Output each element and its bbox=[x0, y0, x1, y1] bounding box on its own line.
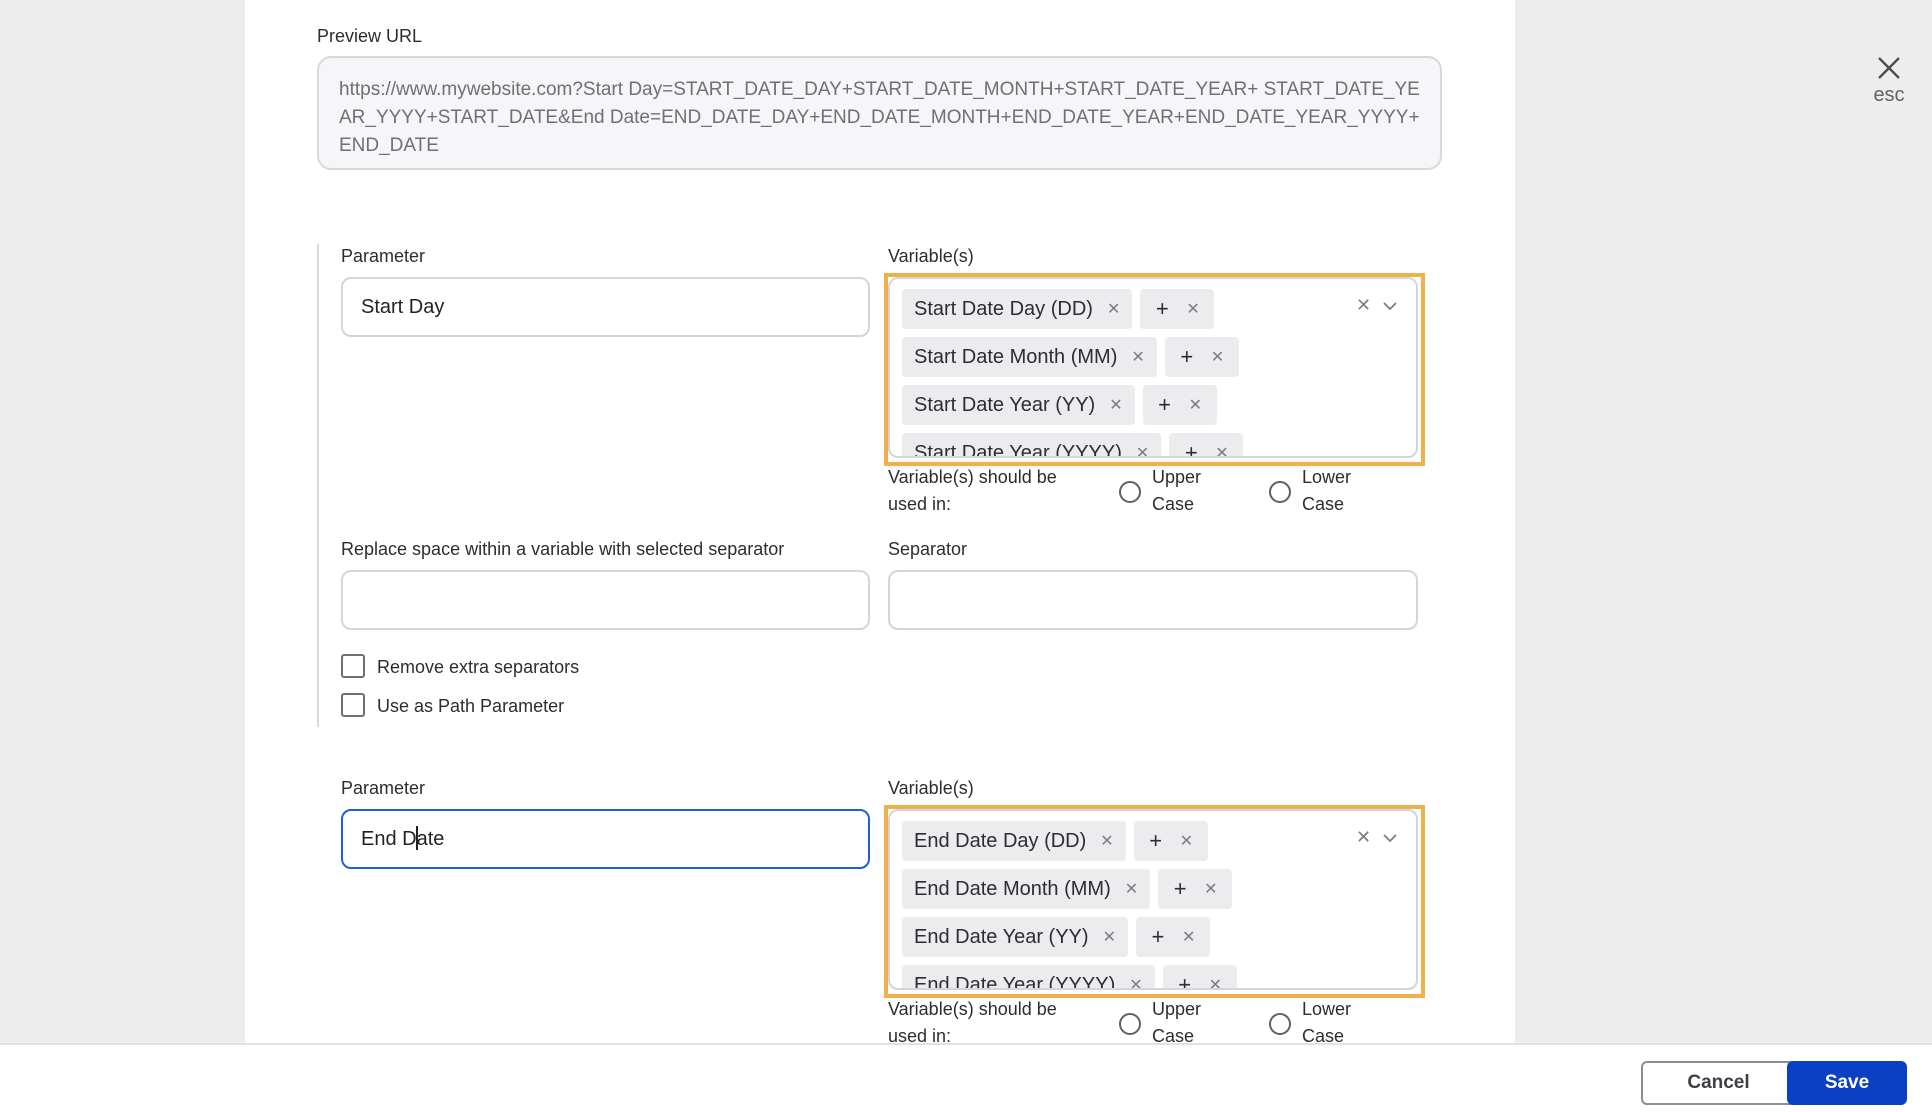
preview-url-label: Preview URL bbox=[317, 26, 423, 46]
esc-label: esc bbox=[1873, 84, 1905, 106]
upper-case-label: Upper Case bbox=[1152, 999, 1202, 1046]
variables-select[interactable]: Start Date Day (DD) ✕ + ✕ Start Date Month… bbox=[888, 277, 1418, 458]
replace-space-label: Replace space within a variable with sel… bbox=[341, 539, 785, 559]
parameter-input[interactable]: Start Day bbox=[341, 277, 870, 337]
remove-chip-icon[interactable]: ✕ bbox=[1109, 395, 1122, 415]
upper-case-radio[interactable] bbox=[1119, 1013, 1141, 1035]
remove-chip-icon[interactable]: ✕ bbox=[1189, 395, 1202, 415]
remove-chip-icon[interactable]: ✕ bbox=[1180, 831, 1193, 851]
variable-chip[interactable]: End Date Year (YYYY) ✕ bbox=[902, 965, 1155, 988]
chevron-down-icon[interactable] bbox=[1382, 301, 1398, 311]
remove-chip-icon[interactable]: ✕ bbox=[1204, 879, 1217, 899]
variable-chip[interactable]: Start Date Year (YY) ✕ bbox=[902, 385, 1135, 425]
variables-label: Variable(s) bbox=[888, 778, 974, 798]
remove-extra-separators-label: Remove extra separators bbox=[377, 657, 580, 677]
remove-extra-separators-checkbox[interactable] bbox=[341, 654, 365, 678]
remove-chip-icon[interactable]: ✕ bbox=[1186, 299, 1199, 319]
remove-chip-icon[interactable]: ✕ bbox=[1103, 927, 1116, 947]
variable-chip[interactable]: Start Date Year (YYYY) ✕ bbox=[902, 433, 1162, 456]
parameter-label: Parameter bbox=[341, 778, 426, 798]
upper-case-radio[interactable] bbox=[1119, 481, 1141, 503]
remove-chip-icon[interactable]: ✕ bbox=[1100, 831, 1113, 851]
remove-chip-icon[interactable]: ✕ bbox=[1136, 443, 1149, 456]
save-button[interactable]: Save bbox=[1787, 1061, 1907, 1105]
variable-chip[interactable]: Start Date Day (DD) ✕ bbox=[902, 289, 1133, 329]
group-rail bbox=[317, 244, 319, 727]
modal-footer: Cancel Save bbox=[0, 1043, 1932, 1112]
variables-label: Variable(s) bbox=[888, 246, 974, 266]
text-caret bbox=[415, 825, 418, 850]
path-parameter-checkbox[interactable] bbox=[341, 693, 365, 717]
variable-chip[interactable]: End Date Day (DD) ✕ bbox=[902, 821, 1126, 861]
remove-chip-icon[interactable]: ✕ bbox=[1129, 975, 1142, 988]
remove-chip-icon[interactable]: ✕ bbox=[1215, 443, 1228, 456]
plus-chip[interactable]: + ✕ bbox=[1140, 289, 1215, 329]
case-label: Variable(s) should be used in: bbox=[888, 467, 1057, 514]
plus-chip[interactable]: + ✕ bbox=[1142, 385, 1217, 425]
case-label: Variable(s) should be used in: bbox=[888, 999, 1057, 1046]
chevron-down-icon[interactable] bbox=[1382, 833, 1398, 843]
plus-chip[interactable]: + ✕ bbox=[1169, 433, 1244, 456]
separator-label: Separator bbox=[888, 539, 968, 559]
lower-case-radio[interactable] bbox=[1269, 481, 1291, 503]
variable-chip[interactable]: End Date Month (MM) ✕ bbox=[902, 869, 1151, 909]
plus-chip[interactable]: + ✕ bbox=[1135, 917, 1210, 957]
replace-space-input[interactable] bbox=[341, 570, 870, 630]
remove-chip-icon[interactable]: ✕ bbox=[1131, 347, 1144, 367]
lower-case-label: Lower Case bbox=[1302, 467, 1352, 514]
parameter-input-focused[interactable]: End Date bbox=[341, 809, 870, 869]
preview-url-box: https://www.mywebsite.com?Start Day=STAR… bbox=[317, 56, 1442, 170]
lower-case-label: Lower Case bbox=[1302, 999, 1352, 1046]
remove-chip-icon[interactable]: ✕ bbox=[1182, 927, 1195, 947]
plus-chip[interactable]: + ✕ bbox=[1133, 821, 1208, 861]
plus-chip[interactable]: + ✕ bbox=[1164, 337, 1239, 377]
separator-input[interactable] bbox=[888, 570, 1418, 630]
variable-chip[interactable]: End Date Year (YY) ✕ bbox=[902, 917, 1128, 957]
variables-select[interactable]: End Date Day (DD) ✕ + ✕ End Date Month (MM… bbox=[888, 809, 1418, 990]
cancel-button[interactable]: Cancel bbox=[1641, 1061, 1796, 1105]
clear-all-icon[interactable]: ✕ bbox=[1356, 827, 1371, 848]
close-button[interactable]: esc bbox=[1866, 52, 1912, 112]
variable-chip[interactable]: Start Date Month (MM) ✕ bbox=[902, 337, 1157, 377]
lower-case-radio[interactable] bbox=[1269, 1013, 1291, 1035]
remove-chip-icon[interactable]: ✕ bbox=[1125, 879, 1138, 899]
clear-all-icon[interactable]: ✕ bbox=[1356, 295, 1371, 316]
close-icon bbox=[1878, 57, 1900, 79]
parameter-label: Parameter bbox=[341, 246, 426, 266]
plus-chip[interactable]: + ✕ bbox=[1162, 965, 1237, 988]
upper-case-label: Upper Case bbox=[1152, 467, 1202, 514]
plus-chip[interactable]: + ✕ bbox=[1158, 869, 1233, 909]
remove-chip-icon[interactable]: ✕ bbox=[1211, 347, 1224, 367]
remove-chip-icon[interactable]: ✕ bbox=[1209, 975, 1222, 988]
path-parameter-label: Use as Path Parameter bbox=[377, 696, 565, 716]
remove-chip-icon[interactable]: ✕ bbox=[1107, 299, 1120, 319]
